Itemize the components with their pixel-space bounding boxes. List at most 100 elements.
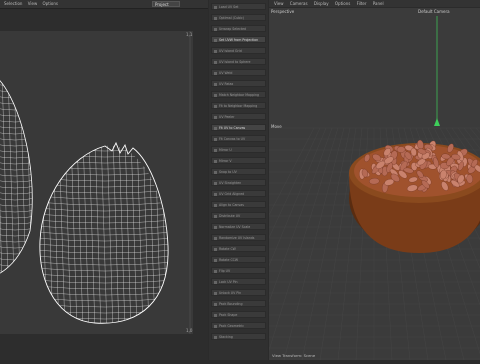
palette-command[interactable]: Pack Geometric [211,322,266,329]
command-icon [214,127,217,130]
command-label: Fit Canvas to UV [219,137,246,141]
palette-command[interactable]: Unlock UV Pin [211,289,266,296]
palette-command[interactable]: UV Island to Sphere [211,58,266,65]
palette-command[interactable]: Stacking [211,333,266,340]
palette-command[interactable]: Snap to UV [211,168,266,175]
command-label: Unwrap Selected [219,27,247,31]
palette-command[interactable]: Pack Shape [211,311,266,318]
vp-menu-panel[interactable]: Panel [373,1,384,6]
command-label: Align to Canvas [219,203,244,207]
vp-menu-filter[interactable]: Filter [357,1,367,6]
palette-command[interactable]: Fit UV to Canvas [211,124,266,131]
vp-menu-options[interactable]: Options [335,1,350,6]
command-icon [214,259,217,262]
menu-selection[interactable]: Selection [4,1,22,6]
command-label: Rotate CCW [219,258,239,262]
command-icon [214,204,217,207]
command-label: Stacking [219,335,233,339]
uv-command-palette: Load UV Set Optimal (Cubic) Unwrap Selecte… [209,0,268,360]
command-label: Pack Shape [219,313,238,317]
palette-command[interactable]: UV Peeler [211,113,266,120]
command-icon [214,50,217,53]
palette-command[interactable]: Flip UV [211,267,266,274]
menu-view[interactable]: View [28,1,38,6]
command-icon [214,61,217,64]
menu-options[interactable]: Options [43,1,58,6]
palette-command[interactable]: Rotate CW [211,245,266,252]
viewport-scene [193,16,480,361]
palette-command[interactable]: Normalize UV Scale [211,223,266,230]
palette-command[interactable]: Distribute UV [211,212,266,219]
projection-mode-select[interactable]: Project [152,1,180,7]
palette-command[interactable]: Lock UV Pin [211,278,266,285]
palette-command[interactable]: Unwrap Selected [211,25,266,32]
uv-corner-top-right: 1,1 [186,32,193,37]
palette-command[interactable]: UV Straighten [211,179,266,186]
command-icon [214,17,217,20]
command-icon [214,83,217,86]
uv-canvas[interactable] [0,31,193,334]
palette-command[interactable]: Align to Canvas [211,201,266,208]
command-label: UV Island to Sphere [219,60,251,64]
command-label: Rotate CW [219,247,236,251]
vp-menu-display[interactable]: Display [314,1,329,6]
command-icon [214,325,217,328]
command-label: Unlock UV Pin [219,291,242,295]
command-icon [214,248,217,251]
y-axis-arrow [434,118,440,126]
command-label: Pack Bounding [219,302,243,306]
palette-command[interactable]: Match Neighbor Mapping [211,91,266,98]
palette-command[interactable]: Optimal (Cubic) [211,14,266,21]
viewport-footer: View Transform: Scene [272,353,316,358]
palette-command[interactable]: Set UVW from Projection [211,36,266,43]
command-label: Fit to Neighbor Mapping [219,104,258,108]
palette-command[interactable]: Randomize UV Islands [211,234,266,241]
perspective-viewport[interactable] [193,8,480,361]
palette-command[interactable]: UV Grid Aligned [211,190,266,197]
palette-command[interactable]: Fit to Neighbor Mapping [211,102,266,109]
command-icon [214,72,217,75]
palette-command[interactable]: UV Weld [211,69,266,76]
command-icon [214,182,217,185]
command-label: Mirror V [219,159,232,163]
command-label: UV Relax [219,82,234,86]
move-label: Move [271,124,282,129]
command-icon [214,149,217,152]
command-label: Distribute UV [219,214,241,218]
command-label: Set UVW from Projection [219,38,259,42]
command-icon [214,6,217,9]
command-icon [214,226,217,229]
palette-command[interactable]: Fit Canvas to UV [211,135,266,142]
command-icon [214,215,217,218]
palette-command[interactable]: Mirror V [211,157,266,164]
command-label: UV Peeler [219,115,235,119]
palette-command[interactable]: Rotate CCW [211,256,266,263]
palette-command[interactable]: Pack Bounding [211,300,266,307]
viewport-menubar: View Cameras Display Options Filter Pane… [269,0,480,7]
command-label: Normalize UV Scale [219,225,251,229]
vp-menu-cameras[interactable]: Cameras [290,1,308,6]
palette-command[interactable]: Mirror U [211,146,266,153]
command-icon [214,39,217,42]
command-icon [214,336,217,339]
command-label: UV Island Grid [219,49,242,53]
command-icon [214,281,217,284]
command-label: Snap to UV [219,170,237,174]
palette-command[interactable]: Load UV Set [211,3,266,10]
palette-command[interactable]: UV Relax [211,80,266,87]
command-label: UV Weld [219,71,233,75]
command-icon [214,160,217,163]
camera-label[interactable]: Default Camera [418,9,450,14]
palette-command[interactable]: UV Island Grid [211,47,266,54]
command-label: Randomize UV Islands [219,236,255,240]
viewport-title: Perspective [271,9,295,14]
uv-islands [0,31,191,334]
command-label: UV Straighten [219,181,242,185]
command-label: Pack Geometric [219,324,244,328]
command-label: Flip UV [219,269,231,273]
command-label: Lock UV Pin [219,280,238,284]
command-icon [214,94,217,97]
command-label: Load UV Set [219,5,239,9]
vp-menu-view[interactable]: View [274,1,284,6]
command-icon [214,193,217,196]
